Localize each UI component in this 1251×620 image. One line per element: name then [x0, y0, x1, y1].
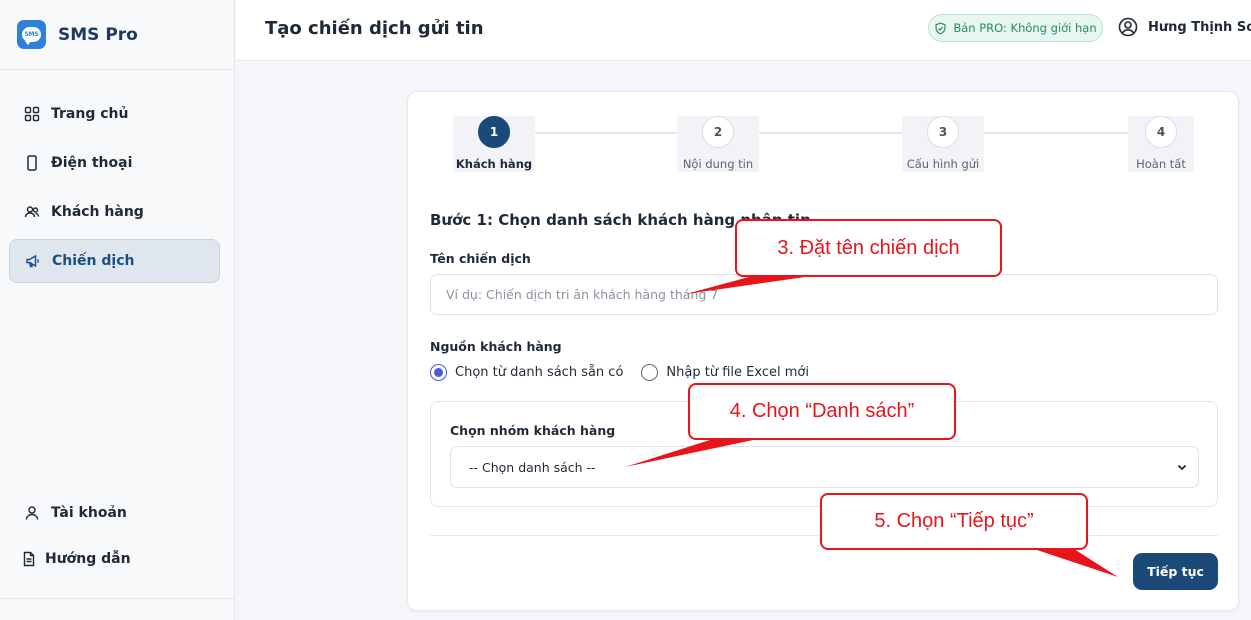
step-label: Nội dung tin — [682, 157, 754, 171]
sidebar-bottom-nav: Tài khoản Hướng dẫn — [9, 491, 220, 583]
select-value: -- Chọn danh sách -- — [469, 459, 596, 475]
customer-group-select[interactable]: -- Chọn danh sách -- — [450, 446, 1199, 488]
megaphone-icon — [26, 254, 39, 268]
step-number: 1 — [478, 116, 510, 148]
radio-label: Chọn từ danh sách sẵn có — [455, 365, 624, 380]
sidebar-item-customers[interactable]: Khách hàng — [9, 190, 220, 234]
shield-check-icon — [935, 21, 946, 35]
users-icon — [24, 206, 40, 218]
brand[interactable]: SMS SMS Pro — [0, 0, 234, 70]
sidebar-item-label: Khách hàng — [51, 204, 144, 220]
annotation-step3: 3. Đặt tên chiến dịch — [735, 219, 1002, 277]
radio-unchecked[interactable] — [641, 364, 659, 381]
group-label: Chọn nhóm khách hàng — [450, 423, 616, 438]
user-name: Hưng Thịnh Soft | — [1148, 19, 1251, 35]
sidebar-item-label: Trang chủ — [51, 106, 129, 122]
source-option-excel[interactable]: Nhập từ file Excel mới — [641, 364, 809, 381]
page-title: Tạo chiến dịch gửi tin — [265, 18, 484, 39]
header: Tạo chiến dịch gửi tin Bản PRO: Không gi… — [236, 0, 1251, 61]
step-finish[interactable]: 4 Hoàn tất — [1128, 116, 1194, 172]
sidebar-item-label: Điện thoại — [51, 155, 133, 171]
sidebar-item-home[interactable]: Trang chủ — [9, 92, 220, 136]
document-icon — [23, 551, 35, 567]
chevron-down-icon — [1177, 464, 1187, 471]
step-config[interactable]: 3 Cấu hình gửi — [902, 116, 984, 172]
campaign-name-label: Tên chiến dịch — [430, 251, 531, 266]
sidebar-nav: Trang chủ Điện thoại Khách hàng Chiến dị… — [9, 92, 220, 288]
step-customers[interactable]: 1 Khách hàng — [453, 116, 535, 172]
source-label: Nguồn khách hàng — [430, 339, 562, 354]
source-radio-group: Chọn từ danh sách sẵn có Nhập từ file Ex… — [430, 364, 827, 381]
source-option-existing[interactable]: Chọn từ danh sách sẵn có — [430, 364, 623, 381]
step-number: 2 — [702, 116, 734, 148]
stepper-line — [494, 132, 1184, 134]
pro-badge: Bản PRO: Không giới hạn — [928, 14, 1103, 42]
step-content[interactable]: 2 Nội dung tin — [677, 116, 759, 172]
step-number: 4 — [1145, 116, 1177, 148]
sidebar-item-guide[interactable]: Hướng dẫn — [9, 537, 220, 581]
user-menu[interactable]: Hưng Thịnh Soft | — [1118, 17, 1251, 37]
sidebar-item-label: Hướng dẫn — [45, 551, 131, 567]
sidebar-item-label: Tài khoản — [51, 505, 127, 521]
annotation-step4: 4. Chọn “Danh sách” — [688, 383, 956, 440]
step-label: Cấu hình gửi — [906, 157, 980, 171]
grid-icon — [24, 106, 40, 122]
campaign-name-input[interactable] — [430, 274, 1218, 315]
sidebar-item-phone[interactable]: Điện thoại — [9, 141, 220, 185]
phone-icon — [27, 155, 37, 171]
user-circle-icon — [1118, 17, 1138, 37]
sms-logo-icon: SMS — [17, 20, 46, 49]
radio-checked[interactable] — [430, 364, 447, 381]
sidebar: SMS SMS Pro Trang chủ Điện thoại Khách h… — [0, 0, 235, 620]
step-number: 3 — [927, 116, 959, 148]
sidebar-item-account[interactable]: Tài khoản — [9, 491, 220, 535]
sidebar-item-campaign[interactable]: Chiến dịch — [9, 239, 220, 283]
radio-label: Nhập từ file Excel mới — [666, 365, 809, 380]
sidebar-divider — [0, 598, 235, 599]
pro-badge-text: Bản PRO: Không giới hạn — [953, 21, 1097, 35]
next-button[interactable]: Tiếp tục — [1133, 553, 1218, 590]
sidebar-item-label: Chiến dịch — [52, 253, 135, 269]
annotation-step5: 5. Chọn “Tiếp tục” — [820, 493, 1088, 550]
step-label: Hoàn tất — [1136, 157, 1186, 171]
user-icon — [25, 506, 39, 520]
app-name: SMS Pro — [58, 24, 138, 45]
stepper: 1 Khách hàng 2 Nội dung tin 3 Cấu hình g… — [408, 92, 1240, 182]
logo-text: SMS — [22, 27, 41, 45]
step-label: Khách hàng — [455, 157, 533, 171]
